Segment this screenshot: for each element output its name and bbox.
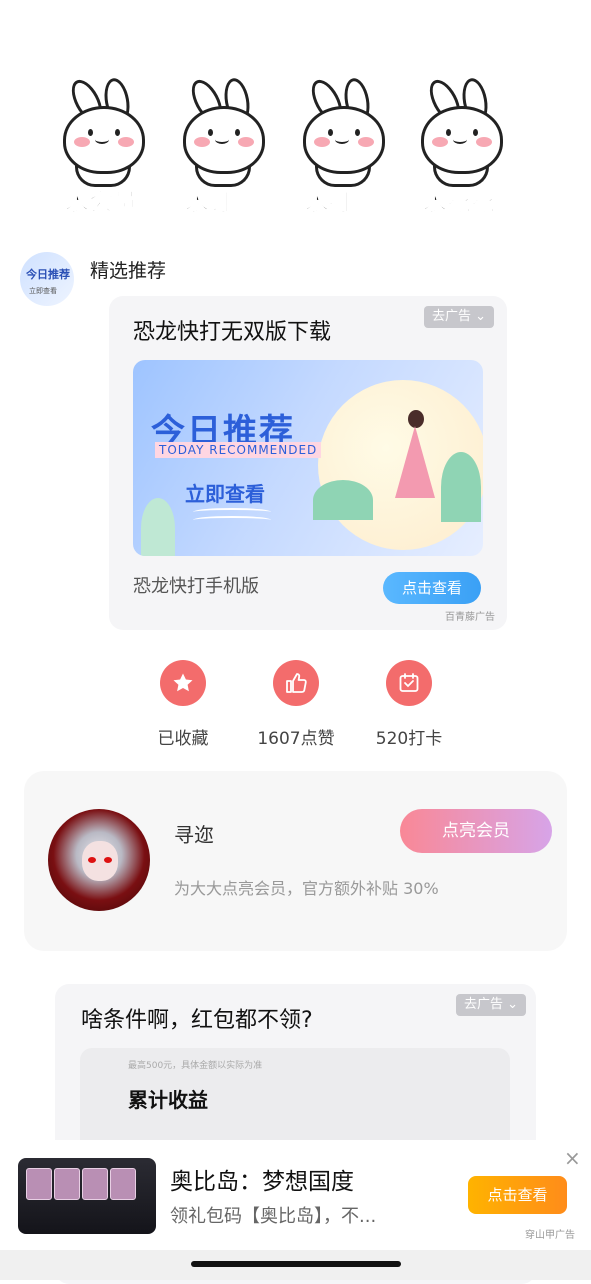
bunny-sticker-flowers: 求花花 xyxy=(403,70,515,220)
sticker-row: 求会员 求订阅 求打赏 求花花 xyxy=(45,70,545,230)
ad-title: 啥条件啊，红包都不领? xyxy=(81,1008,313,1033)
ad-subtitle: 恐龙快打手机版 xyxy=(133,576,259,597)
bunny-sticker-member: 求会员 xyxy=(45,70,157,220)
banner-subheadline: TODAY RECOMMENDED xyxy=(155,442,322,458)
banner-cta: 立即查看 xyxy=(185,482,265,506)
recommend-avatar-subtext: 立即查看 xyxy=(29,287,57,295)
like-action[interactable]: 1607点赞 xyxy=(236,660,356,749)
bunny-sticker-tip: 求打赏 xyxy=(285,70,397,220)
author-avatar[interactable] xyxy=(48,809,150,911)
recommend-avatar[interactable]: 今日推荐 立即查看 xyxy=(20,252,74,306)
chevron-down-icon: ⌄ xyxy=(507,997,518,1012)
sticker-label: 求花花 xyxy=(423,188,496,217)
like-count-label: 1607点赞 xyxy=(257,729,335,749)
recommend-avatar-text: 今日推荐 xyxy=(26,268,70,281)
activate-member-button[interactable]: 点亮会员 xyxy=(400,809,552,853)
star-icon xyxy=(160,660,206,706)
bunny-sticker-subscribe: 求订阅 xyxy=(165,70,277,220)
checkin-action[interactable]: 520打卡 xyxy=(349,660,469,749)
ad-source-label: 百青藤广告 xyxy=(445,612,495,623)
author-name: 寻迩 xyxy=(174,823,214,847)
sticker-label: 求会员 xyxy=(65,188,138,217)
ad-description: 领礼包码【奥比岛】，不... xyxy=(170,1206,377,1227)
remove-ad-button[interactable]: 去广告 ⌄ xyxy=(423,306,494,328)
favorite-action[interactable]: 已收藏 xyxy=(123,660,243,749)
sticker-label: 求打赏 xyxy=(305,188,378,217)
ad-title: 奥比岛：梦想国度 xyxy=(170,1169,354,1195)
bottom-ad-banner[interactable]: 奥比岛：梦想国度 领礼包码【奥比岛】，不... 点击查看 × 穿山甲广告 xyxy=(0,1140,591,1250)
view-ad-button[interactable]: 点击查看 xyxy=(468,1176,567,1214)
sticker-label: 求订阅 xyxy=(185,188,258,217)
earnings-label: 累计收益 xyxy=(128,1088,208,1112)
ad-thumbnail[interactable] xyxy=(18,1158,156,1234)
ad-title: 恐龙快打无双版下载 xyxy=(133,320,332,345)
remove-ad-button[interactable]: 去广告 ⌄ xyxy=(455,994,526,1016)
ad-card[interactable]: 恐龙快打无双版下载 去广告 ⌄ 今日推荐 TODAY RECOMMENDED 立… xyxy=(109,296,507,630)
checkin-count-label: 520打卡 xyxy=(375,729,443,749)
member-description: 为大大点亮会员，官方额外补贴 30% xyxy=(174,879,439,898)
chevron-down-icon: ⌄ xyxy=(475,309,486,324)
ad-source-label: 穿山甲广告 xyxy=(525,1230,575,1241)
ad-fine-print: 最高500元，具体金额以实际为准 xyxy=(128,1061,263,1071)
recommend-title: 精选推荐 xyxy=(90,260,167,282)
thumbs-up-icon xyxy=(273,660,319,706)
favorite-label: 已收藏 xyxy=(157,729,209,749)
member-card: 寻迩 为大大点亮会员，官方额外补贴 30% 点亮会员 xyxy=(24,771,567,951)
home-indicator[interactable] xyxy=(191,1261,401,1267)
calendar-check-icon xyxy=(386,660,432,706)
home-indicator-area xyxy=(0,1250,591,1280)
view-ad-button[interactable]: 点击查看 xyxy=(383,572,481,604)
close-icon[interactable]: × xyxy=(564,1148,581,1168)
ad-banner-image[interactable]: 今日推荐 TODAY RECOMMENDED 立即查看 xyxy=(133,360,483,556)
